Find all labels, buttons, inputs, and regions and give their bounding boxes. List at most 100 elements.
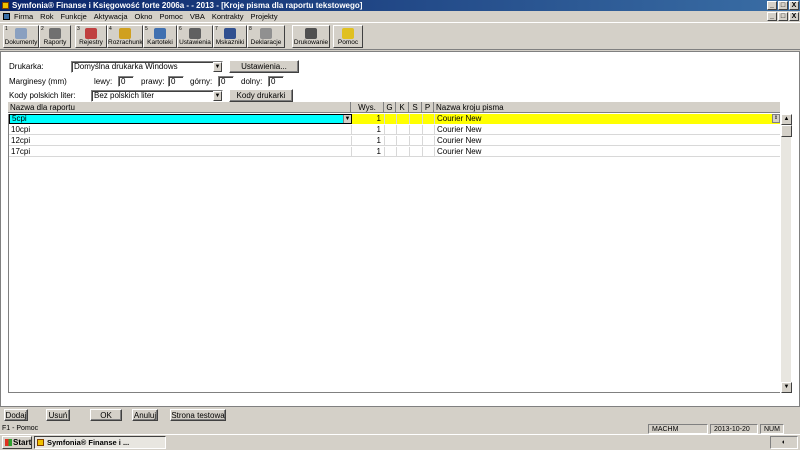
table-row[interactable]: 10cpi 1 Courier New — [9, 125, 781, 135]
maximize-button[interactable]: □ — [778, 1, 788, 10]
print-icon — [305, 28, 317, 39]
margin-right-input[interactable]: 0 — [168, 76, 184, 87]
help-icon — [342, 28, 354, 39]
cell-p[interactable] — [423, 114, 435, 124]
toolbar-drukowanie-button[interactable]: Drukowanie — [292, 25, 330, 48]
registers-icon — [85, 28, 97, 39]
mdi-maximize-button[interactable]: □ — [778, 12, 788, 21]
cell-height[interactable]: 1 — [352, 136, 385, 146]
tray-icon[interactable]: ◐ — [782, 439, 786, 446]
cell-font[interactable]: Courier New — [435, 136, 781, 146]
toolbar-deklaracje-button[interactable]: 8 Deklaracje — [247, 25, 285, 48]
menu-pomoc[interactable]: Pomoc — [159, 11, 182, 22]
chevron-down-icon[interactable]: ▼ — [213, 91, 222, 101]
start-button[interactable]: Start — [2, 436, 32, 449]
cell-name[interactable]: 17cpi — [9, 147, 352, 157]
cell-k[interactable] — [397, 136, 410, 146]
cell-g[interactable] — [385, 147, 397, 157]
add-button[interactable]: Dodaj — [4, 409, 28, 421]
chevron-down-icon[interactable]: ▼ — [343, 115, 351, 123]
toolbar-rozrachunki-button[interactable]: 4 Rozrachunki — [107, 25, 144, 48]
cell-s[interactable] — [410, 114, 423, 124]
status-num: NUM — [760, 424, 784, 434]
col-header-k[interactable]: K — [396, 102, 409, 113]
cell-g[interactable] — [385, 125, 397, 135]
cell-font[interactable]: Courier New — [435, 147, 781, 157]
margin-top-input[interactable]: 0 — [218, 76, 234, 87]
printer-codes-button[interactable]: Kody drukarki — [229, 89, 293, 102]
menu-okno[interactable]: Okno — [135, 11, 153, 22]
cell-s[interactable] — [410, 136, 423, 146]
cell-g[interactable] — [385, 114, 397, 124]
close-button[interactable]: X — [789, 1, 799, 10]
status-help: F1 - Pomoc — [2, 425, 39, 432]
cell-p[interactable] — [423, 136, 435, 146]
cell-name[interactable]: 10cpi — [9, 125, 352, 135]
toolbar-raporty-button[interactable]: 2 Raporty — [39, 25, 71, 48]
table-row[interactable]: 17cpi 1 Courier New — [9, 147, 781, 157]
delete-button[interactable]: Usuń — [46, 409, 70, 421]
test-page-button[interactable]: Strona testowa — [170, 409, 226, 421]
cell-height[interactable]: 1 — [352, 114, 385, 124]
cell-height[interactable]: 1 — [352, 147, 385, 157]
cell-name[interactable]: 12cpi — [9, 136, 352, 146]
cell-height[interactable]: 1 — [352, 125, 385, 135]
col-header-font[interactable]: Nazwa kroju pisma — [434, 102, 780, 113]
polish-codes-combo[interactable]: Bez polskich liter ▼ — [91, 90, 223, 102]
cell-s[interactable] — [410, 125, 423, 135]
col-header-p[interactable]: P — [422, 102, 434, 113]
grid-vertical-scrollbar[interactable]: ▲ ▼ — [780, 114, 792, 393]
menu-funkcje[interactable]: Funkcje — [61, 11, 87, 22]
cell-k[interactable] — [397, 147, 410, 157]
main-toolbar: 1 Dokumenty 2 Raporty 3 Rejestry 4 Rozra… — [0, 22, 800, 50]
toolbar-pomoc-button[interactable]: Pomoc — [333, 25, 363, 48]
table-row[interactable]: 5cpi ▼ 1 Courier New ⇕ — [9, 114, 781, 124]
mdi-close-button[interactable]: X — [789, 12, 799, 21]
margin-left-input[interactable]: 0 — [118, 76, 134, 87]
settlements-icon — [119, 28, 131, 39]
minimize-button[interactable]: _ — [767, 1, 777, 10]
printer-settings-button[interactable]: Ustawienia... — [229, 60, 299, 73]
cell-s[interactable] — [410, 147, 423, 157]
window-title: Symfonia® Finanse i Księgowość forte 200… — [12, 1, 363, 10]
scroll-down-icon[interactable]: ▼ — [781, 382, 792, 393]
settings-icon — [189, 28, 201, 39]
scroll-up-icon[interactable]: ▲ — [781, 114, 792, 125]
mdi-window-icon[interactable] — [3, 13, 10, 20]
cell-p[interactable] — [423, 125, 435, 135]
col-header-height[interactable]: Wys. — [351, 102, 384, 113]
col-header-name[interactable]: Nazwa dla raportu — [8, 102, 351, 113]
toolbar-rejestry-button[interactable]: 3 Rejestry — [75, 25, 107, 48]
col-header-g[interactable]: G — [384, 102, 396, 113]
cell-k[interactable] — [397, 125, 410, 135]
cell-k[interactable] — [397, 114, 410, 124]
toolbar-kartoteki-button[interactable]: 5 Kartoteki — [143, 25, 177, 48]
menu-kontrakty[interactable]: Kontrakty — [212, 11, 244, 22]
menu-aktywacja[interactable]: Aktywacja — [94, 11, 128, 22]
ok-button[interactable]: OK — [90, 409, 122, 421]
cell-font[interactable]: Courier New — [435, 125, 781, 135]
taskbar-app-button[interactable]: Symfonia® Finanse i ... — [34, 436, 166, 449]
cell-p[interactable] — [423, 147, 435, 157]
printer-combo[interactable]: Domyślna drukarka Windows ▼ — [71, 61, 223, 73]
menu-rok[interactable]: Rok — [40, 11, 53, 22]
menu-projekty[interactable]: Projekty — [251, 11, 278, 22]
table-row[interactable]: 12cpi 1 Courier New — [9, 136, 781, 146]
menu-firma[interactable]: Firma — [14, 11, 33, 22]
margin-bottom-input[interactable]: 0 — [268, 76, 284, 87]
toolbar-dokumenty-button[interactable]: 1 Dokumenty — [3, 25, 39, 48]
mdi-minimize-button[interactable]: _ — [767, 12, 777, 21]
cell-font[interactable]: Courier New ⇕ — [435, 114, 781, 124]
col-header-s[interactable]: S — [409, 102, 422, 113]
toolbar-ustawienia-button[interactable]: 6 Ustawienia — [177, 25, 213, 48]
cell-g[interactable] — [385, 136, 397, 146]
scroll-thumb[interactable] — [781, 125, 792, 137]
spinner-icon[interactable]: ⇕ — [772, 114, 780, 123]
cell-name-editor[interactable]: 5cpi ▼ — [9, 114, 352, 124]
title-bar: Symfonia® Finanse i Księgowość forte 200… — [0, 0, 800, 11]
chevron-down-icon[interactable]: ▼ — [213, 62, 222, 72]
cancel-button[interactable]: Anuluj — [132, 409, 158, 421]
toolbar-mskazniki-button[interactable]: 7 Mskazniki — [213, 25, 247, 48]
menu-vba[interactable]: VBA — [190, 11, 205, 22]
windows-logo-icon — [5, 439, 12, 446]
